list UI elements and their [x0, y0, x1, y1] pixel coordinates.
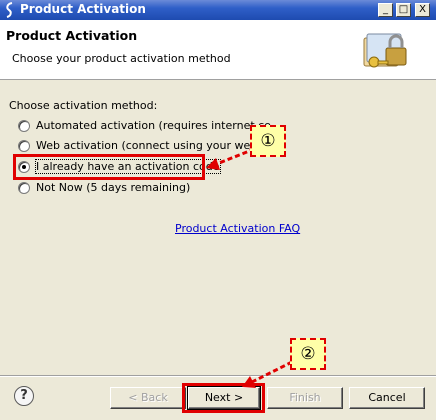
annotation-arrows: [206, 144, 293, 388]
highlight-activation-code-option: [13, 154, 205, 180]
highlight-next-button: [182, 383, 265, 413]
callout-step-1: ①: [250, 125, 286, 157]
callout-step-2: ②: [290, 338, 326, 370]
